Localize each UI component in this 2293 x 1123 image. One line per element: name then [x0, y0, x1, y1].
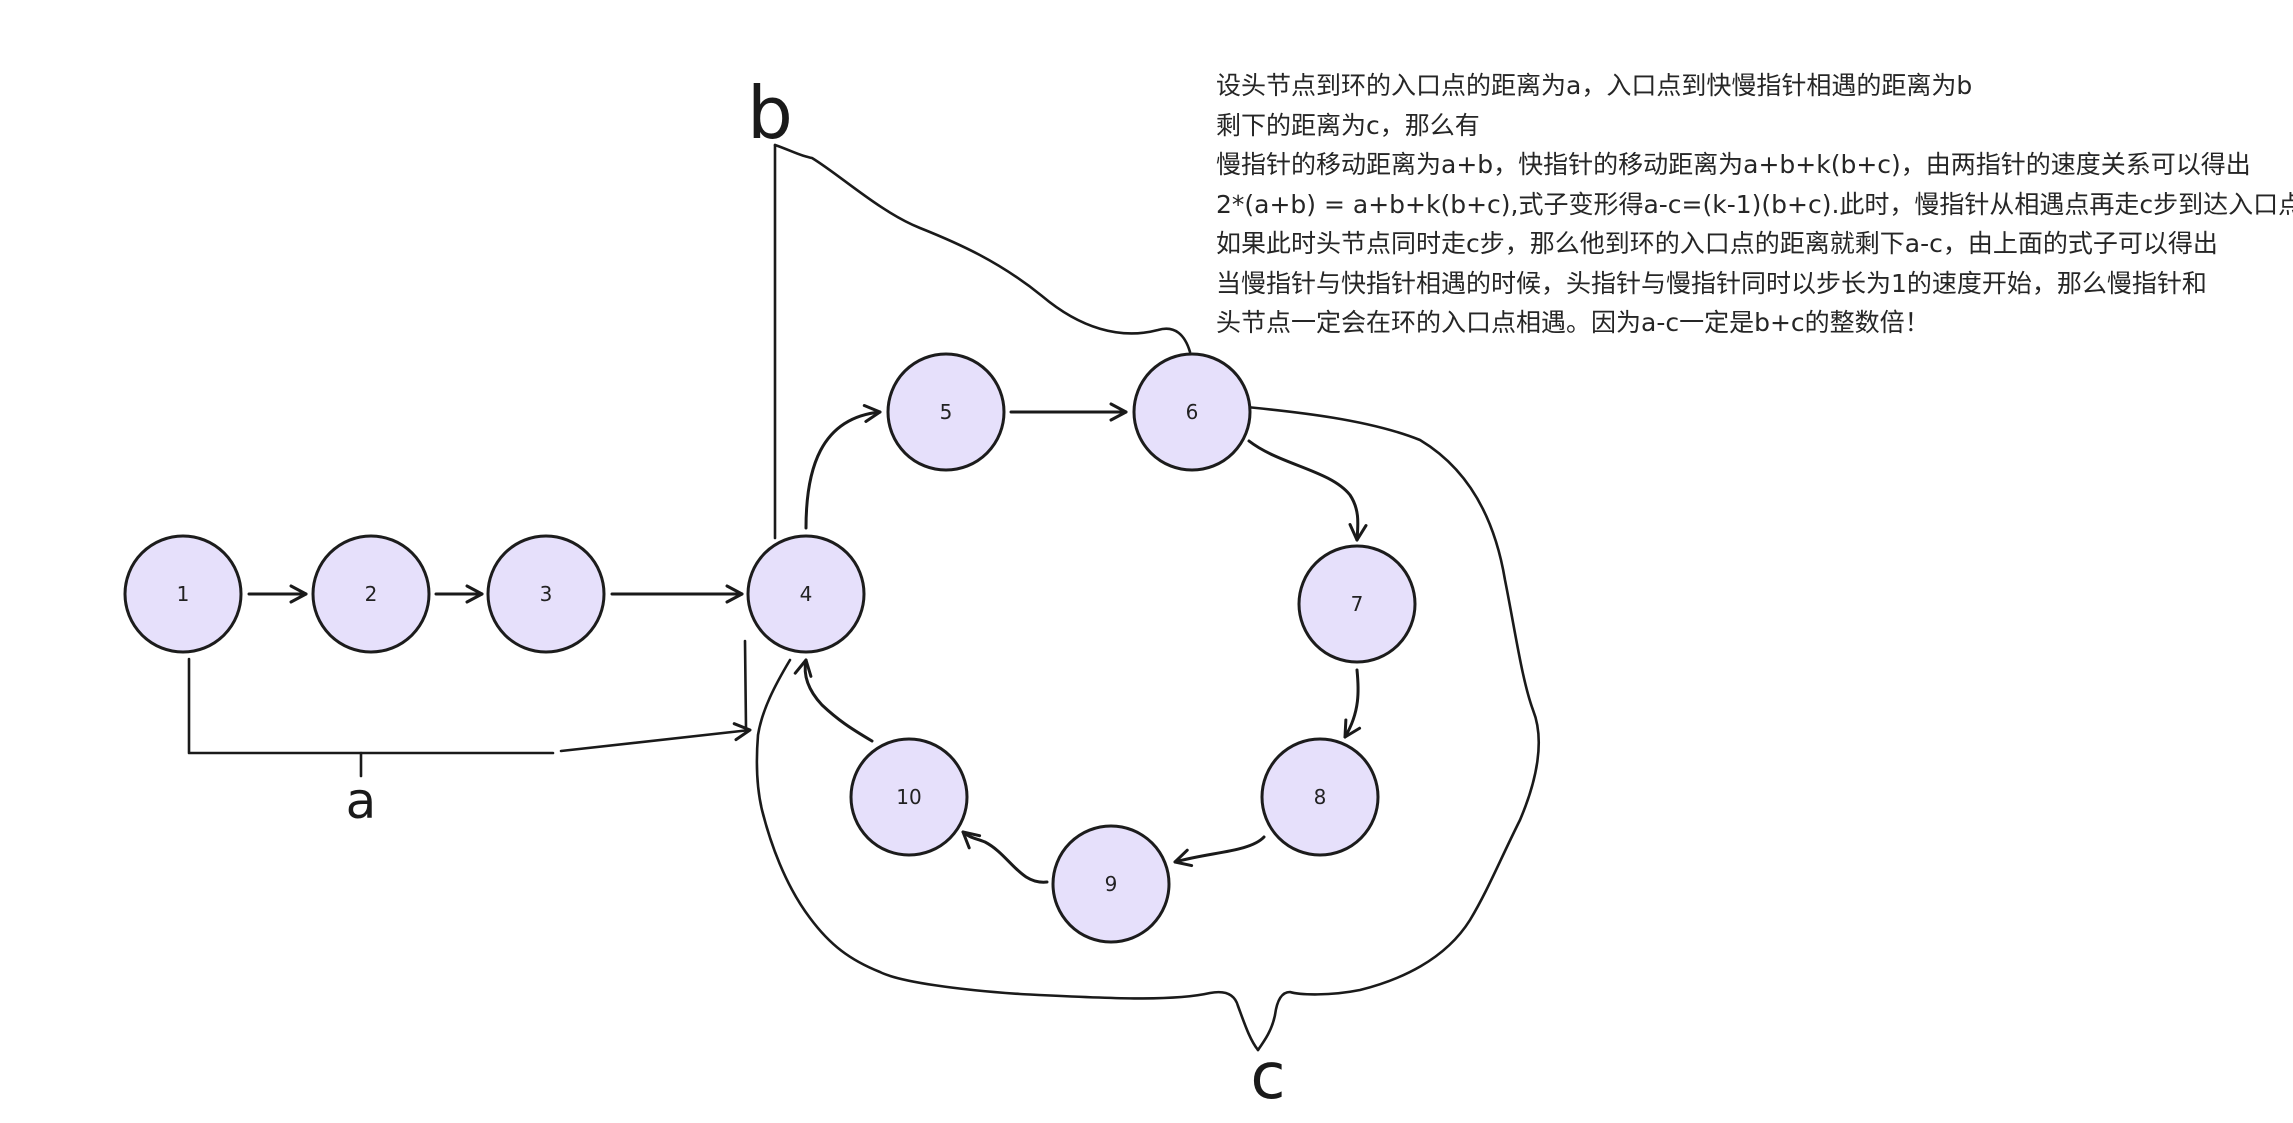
list-node-9: 9 [1051, 824, 1171, 944]
label-b: b [747, 71, 793, 155]
list-node-1: 1 [123, 534, 243, 654]
explanation-line: 设头节点到环的入口点的距离为a，入口点到快慢指针相遇的距离为b [1216, 71, 1973, 100]
distance-a-bracket [187, 639, 752, 778]
explanation-line: 剩下的距离为c，那么有 [1216, 110, 1480, 140]
list-node-4: 4 [746, 534, 866, 654]
node-label: 7 [1351, 592, 1364, 616]
explanation-line: 头节点一定会在环的入口点相遇。因为a-c一定是b+c的整数倍！ [1216, 308, 1930, 337]
list-node-6: 6 [1132, 352, 1252, 472]
node-label: 6 [1186, 400, 1199, 424]
node-label: 8 [1314, 785, 1327, 809]
node-label: 1 [177, 582, 190, 606]
list-node-8: 8 [1260, 737, 1380, 857]
node-label: 4 [800, 582, 813, 606]
edge-7-8 [1343, 668, 1362, 739]
node-label: 10 [896, 785, 921, 809]
label-c: c [1250, 1040, 1285, 1114]
edge-10-4 [793, 658, 874, 743]
node-label: 5 [940, 400, 953, 424]
edge-8-9 [1173, 835, 1266, 868]
explanation-line: 当慢指针与快指针相遇的时候，头指针与慢指针同时以步长为1的速度开始，那么慢指针和 [1216, 268, 2207, 298]
list-node-7: 7 [1297, 544, 1417, 664]
edge-9-10 [961, 830, 1049, 884]
explanation-text: 设头节点到环的入口点的距离为a，入口点到快慢指针相遇的距离为b 剩下的距离为c，… [1216, 66, 2293, 343]
explanation-line: 2*(a+b) = a+b+k(b+c),式子变形得a-c=(k-1)(b+c)… [1216, 189, 2293, 219]
node-label: 3 [540, 582, 553, 606]
edge-6-7 [1247, 439, 1368, 542]
node-label: 2 [365, 582, 378, 606]
distance-c-bracket [755, 404, 1540, 1052]
list-node-2: 2 [311, 534, 431, 654]
node-label: 9 [1105, 872, 1118, 896]
label-a: a [346, 772, 377, 830]
list-node-10: 10 [849, 737, 969, 857]
list-node-3: 3 [486, 534, 606, 654]
explanation-line: 慢指针的移动距离为a+b，快指针的移动距离为a+b+k(b+c)，由两指针的速度… [1216, 150, 2251, 179]
distance-b-bracket [773, 143, 1192, 540]
explanation-line: 如果此时头节点同时走c步，那么他到环的入口点的距离就剩下a-c，由上面的式子可以… [1216, 229, 2218, 258]
list-node-5: 5 [886, 352, 1006, 472]
edge-4-5 [804, 404, 882, 530]
